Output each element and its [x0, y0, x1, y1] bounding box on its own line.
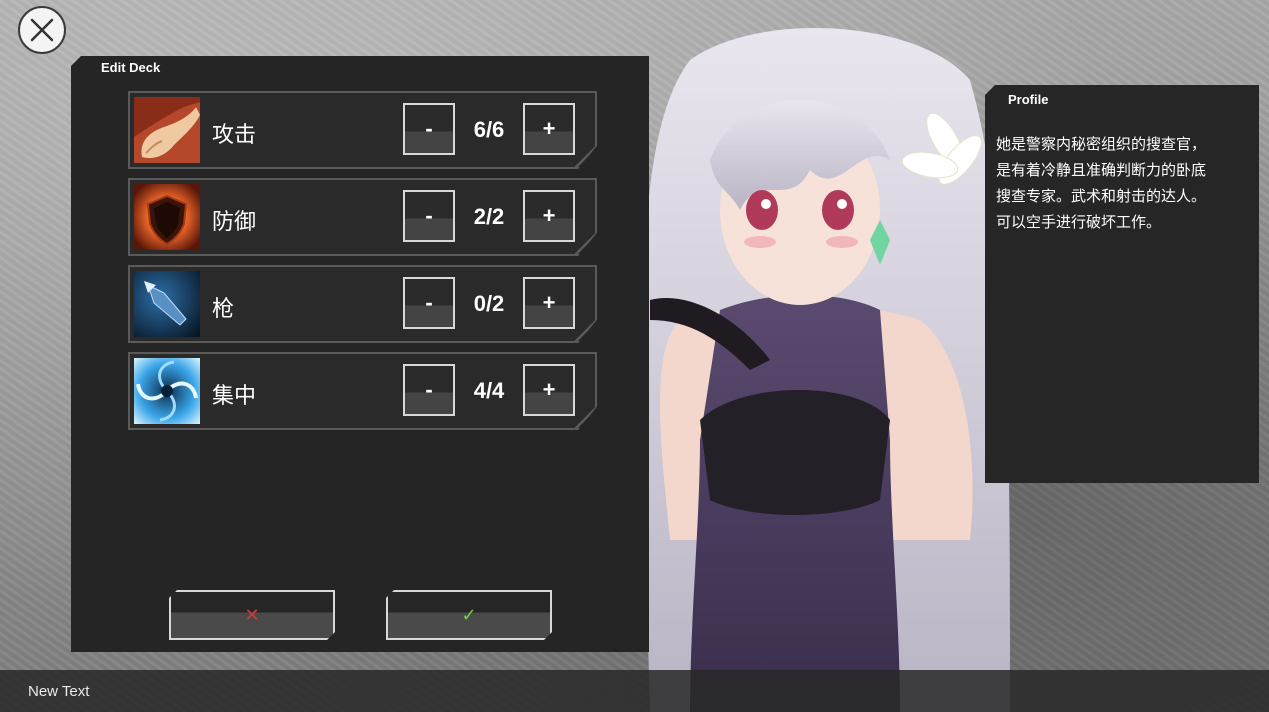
cancel-button[interactable]: ✕: [169, 590, 335, 640]
row-label: 枪: [212, 297, 235, 322]
profile-title: Profile: [1008, 92, 1049, 107]
decrease-button[interactable]: -: [403, 103, 455, 155]
fist-icon: [134, 97, 200, 163]
close-button[interactable]: [18, 6, 66, 54]
increase-button[interactable]: +: [523, 103, 575, 155]
decrease-button[interactable]: -: [403, 190, 455, 242]
decrease-button[interactable]: -: [403, 277, 455, 329]
decrease-button[interactable]: -: [403, 364, 455, 416]
deck-row-gun: 枪 - 0/2 +: [128, 265, 597, 343]
profile-description: 她是警察内秘密组织的搜查官， 是有着冷静且准确判断力的卧底 搜查专家。武术和射击…: [996, 135, 1207, 231]
row-label: 防御: [212, 210, 257, 235]
increase-button[interactable]: +: [523, 364, 575, 416]
confirm-button[interactable]: ✓: [386, 590, 552, 640]
deck-row-defense: 防御 - 2/2 +: [128, 178, 597, 256]
row-label: 集中: [212, 384, 257, 409]
edit-deck-panel: Edit Deck 攻击 - 6/6 + 防御 - 2/2 + 枪 - 0/2 …: [71, 56, 649, 652]
bottom-bar: New Text: [0, 670, 1269, 712]
row-label: 攻击: [212, 123, 257, 148]
shield-icon: [134, 184, 200, 250]
confirm-icon: ✓: [461, 604, 477, 626]
cancel-icon: ✕: [244, 604, 260, 626]
increase-button[interactable]: +: [523, 190, 575, 242]
card-count: 6/6: [473, 117, 505, 142]
bullet-icon: [134, 271, 200, 337]
card-count: 2/2: [473, 204, 505, 229]
profile-panel: Profile 她是警察内秘密组织的搜查官， 是有着冷静且准确判断力的卧底 搜查…: [985, 85, 1259, 483]
deck-title: Edit Deck: [101, 60, 161, 75]
vortex-icon: [134, 358, 200, 424]
increase-button[interactable]: +: [523, 277, 575, 329]
card-count: 0/2: [473, 291, 505, 316]
close-icon: [30, 18, 54, 42]
card-count: 4/4: [473, 378, 505, 403]
deck-row-attack: 攻击 - 6/6 +: [128, 91, 597, 169]
deck-row-focus: 集中 - 4/4 +: [128, 352, 597, 430]
bottom-bar-text: New Text: [28, 683, 90, 700]
